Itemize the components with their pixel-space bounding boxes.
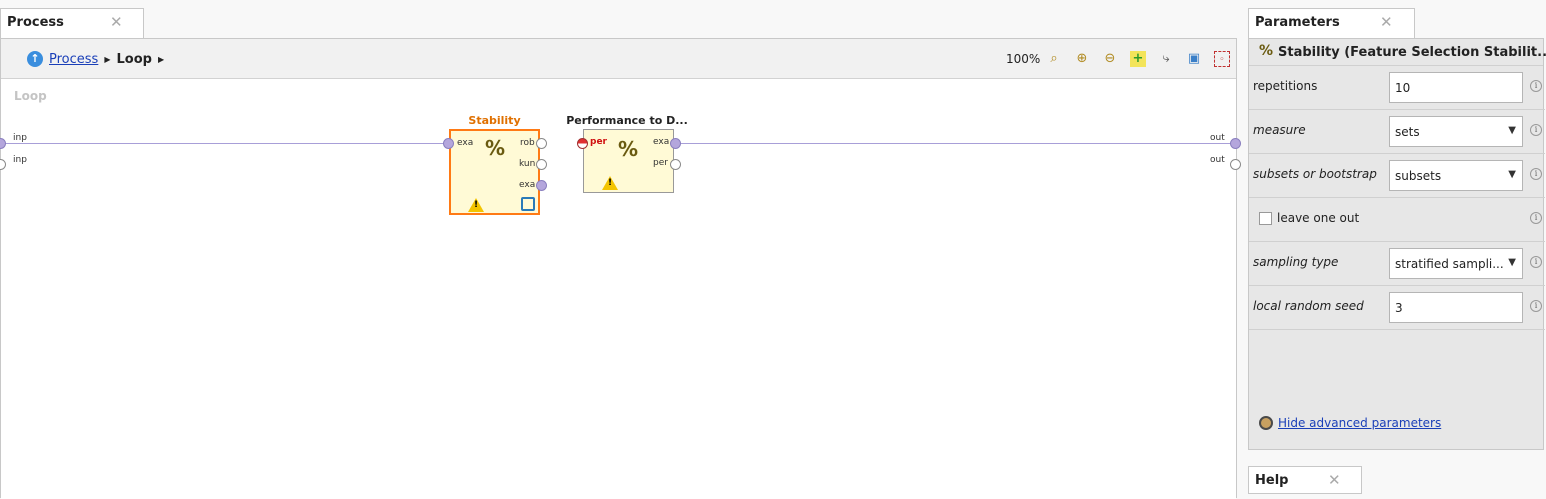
param-label: subsets or bootstrap [1253, 167, 1377, 181]
process-panel: ↑ Process ▶ Loop ▶ 100% ⌕ ⊕ ⊖ + ⤷ ▣ ◦ Lo… [0, 38, 1241, 499]
port-label: inp [13, 133, 27, 143]
port-label: exa [519, 180, 536, 190]
param-label: local random seed [1253, 299, 1364, 313]
port-label: per [590, 137, 607, 147]
subprocess-icon[interactable] [521, 197, 535, 211]
param-row-repetitions: repetitions 10 i [1249, 66, 1545, 110]
port-label: out [1210, 155, 1225, 165]
info-icon[interactable]: i [1530, 168, 1542, 180]
process-output-port[interactable] [1230, 138, 1241, 149]
percent-icon: % [618, 137, 639, 161]
breadcrumb-separator-icon: ▶ [104, 54, 111, 64]
process-input-port[interactable] [0, 138, 6, 149]
advanced-parameters-toggle[interactable]: Hide advanced parameters [1259, 416, 1441, 430]
param-label: leave one out [1277, 211, 1360, 225]
port-label: exa [653, 137, 670, 147]
param-label: repetitions [1253, 79, 1318, 93]
process-output-port[interactable] [1230, 159, 1241, 170]
tab-process[interactable]: Process ✕ [0, 8, 144, 39]
canvas-label: Loop [14, 89, 47, 103]
param-row-sampling-type: sampling type stratified sampli... ▼ i [1249, 242, 1545, 286]
operator-stability[interactable]: exa % rob kun exa ! [449, 129, 540, 215]
fit-to-view-icon[interactable]: ◦ [1214, 51, 1230, 67]
process-canvas[interactable]: Loop inp inp out out Stability exa % rob… [0, 79, 1241, 499]
port-label: inp [13, 155, 27, 165]
info-icon[interactable]: i [1530, 80, 1542, 92]
zoom-in-icon[interactable]: ⊕ [1074, 51, 1090, 67]
chevron-down-icon: ▼ [1508, 169, 1516, 180]
select-value: stratified sampli... [1395, 257, 1504, 271]
tab-parameters-label: Parameters [1255, 15, 1340, 30]
measure-select[interactable]: sets ▼ [1389, 116, 1523, 147]
tab-process-label: Process [7, 15, 64, 30]
port-label: kun [519, 159, 536, 169]
info-icon[interactable]: i [1530, 300, 1542, 312]
operator-output-port[interactable] [670, 159, 681, 170]
subsets-or-bootstrap-select[interactable]: subsets ▼ [1389, 160, 1523, 191]
chevron-down-icon: ▼ [1508, 257, 1516, 268]
port-label: exa [457, 138, 474, 148]
zoom-level: 100% [1006, 52, 1041, 66]
parameters-header: % Stability (Feature Selection Stabilit.… [1249, 39, 1546, 66]
operator-title: Performance to D... [566, 114, 688, 127]
param-row-local-random-seed: local random seed 3 i [1249, 286, 1545, 330]
percent-icon: % [485, 136, 506, 160]
connection-line [677, 143, 1233, 144]
breadcrumb-current: Loop [116, 51, 152, 67]
operator-input-port[interactable] [443, 138, 454, 149]
up-arrow-icon[interactable]: ↑ [27, 51, 43, 67]
info-icon[interactable]: i [1530, 124, 1542, 136]
local-random-seed-input[interactable]: 3 [1389, 292, 1523, 323]
operator-title: Stability [468, 114, 521, 127]
close-icon[interactable]: ✕ [1380, 13, 1393, 31]
arrange-operators-icon[interactable]: ▣ [1186, 51, 1202, 67]
port-label: out [1210, 133, 1225, 143]
warning-icon[interactable]: ! [468, 198, 484, 212]
sampling-type-select[interactable]: stratified sampli... ▼ [1389, 248, 1523, 279]
chevron-down-icon: ▼ [1508, 125, 1516, 136]
port-label: per [653, 158, 668, 168]
breadcrumb-expand-icon[interactable]: ▶ [158, 55, 164, 64]
operator-icon: % [1259, 43, 1274, 59]
operator-output-port[interactable] [536, 138, 547, 149]
warning-icon[interactable]: ! [602, 176, 618, 190]
info-icon[interactable]: i [1530, 256, 1542, 268]
operator-output-port[interactable] [536, 180, 547, 191]
info-icon[interactable]: i [1530, 212, 1542, 224]
expert-user-icon [1259, 416, 1273, 430]
select-value: subsets [1395, 169, 1442, 183]
param-label: sampling type [1253, 255, 1339, 269]
tab-help[interactable]: Help ✕ [1248, 466, 1362, 494]
zoom-reset-icon[interactable]: ⌕ [1046, 51, 1062, 67]
zoom-out-icon[interactable]: ⊖ [1102, 51, 1118, 67]
select-value: sets [1395, 125, 1420, 139]
process-toolbar: ↑ Process ▶ Loop ▶ 100% ⌕ ⊕ ⊖ + ⤷ ▣ ◦ [1, 39, 1236, 79]
connection-line [5, 143, 448, 144]
tab-help-label: Help [1255, 473, 1289, 488]
operator-input-port[interactable] [577, 138, 588, 149]
breadcrumb: ↑ Process ▶ Loop ▶ [27, 50, 164, 68]
operator-output-port[interactable] [670, 138, 681, 149]
tab-parameters[interactable]: Parameters ✕ [1248, 8, 1415, 39]
leave-one-out-checkbox[interactable] [1259, 212, 1272, 225]
close-icon[interactable]: ✕ [1328, 471, 1341, 489]
process-input-port[interactable] [0, 159, 6, 170]
param-label: measure [1253, 123, 1306, 137]
parameters-panel: % Stability (Feature Selection Stabilit.… [1248, 38, 1546, 450]
breadcrumb-process-link[interactable]: Process [49, 52, 98, 67]
param-row-subsets-or-bootstrap: subsets or bootstrap subsets ▼ i [1249, 154, 1545, 198]
hide-advanced-parameters-link[interactable]: Hide advanced parameters [1278, 416, 1441, 430]
param-row-leave-one-out: leave one out i [1249, 198, 1545, 242]
parameters-operator-title: Stability (Feature Selection Stabilit... [1278, 45, 1546, 60]
auto-wire-icon[interactable]: ⤷ [1158, 51, 1174, 67]
port-label: rob [520, 138, 535, 148]
operator-output-port[interactable] [536, 159, 547, 170]
close-icon[interactable]: ✕ [110, 13, 123, 31]
repetitions-input[interactable]: 10 [1389, 72, 1523, 103]
param-row-measure: measure sets ▼ i [1249, 110, 1545, 154]
operator-performance[interactable]: per % exa per ! [583, 129, 674, 193]
add-note-icon[interactable]: + [1130, 51, 1146, 67]
